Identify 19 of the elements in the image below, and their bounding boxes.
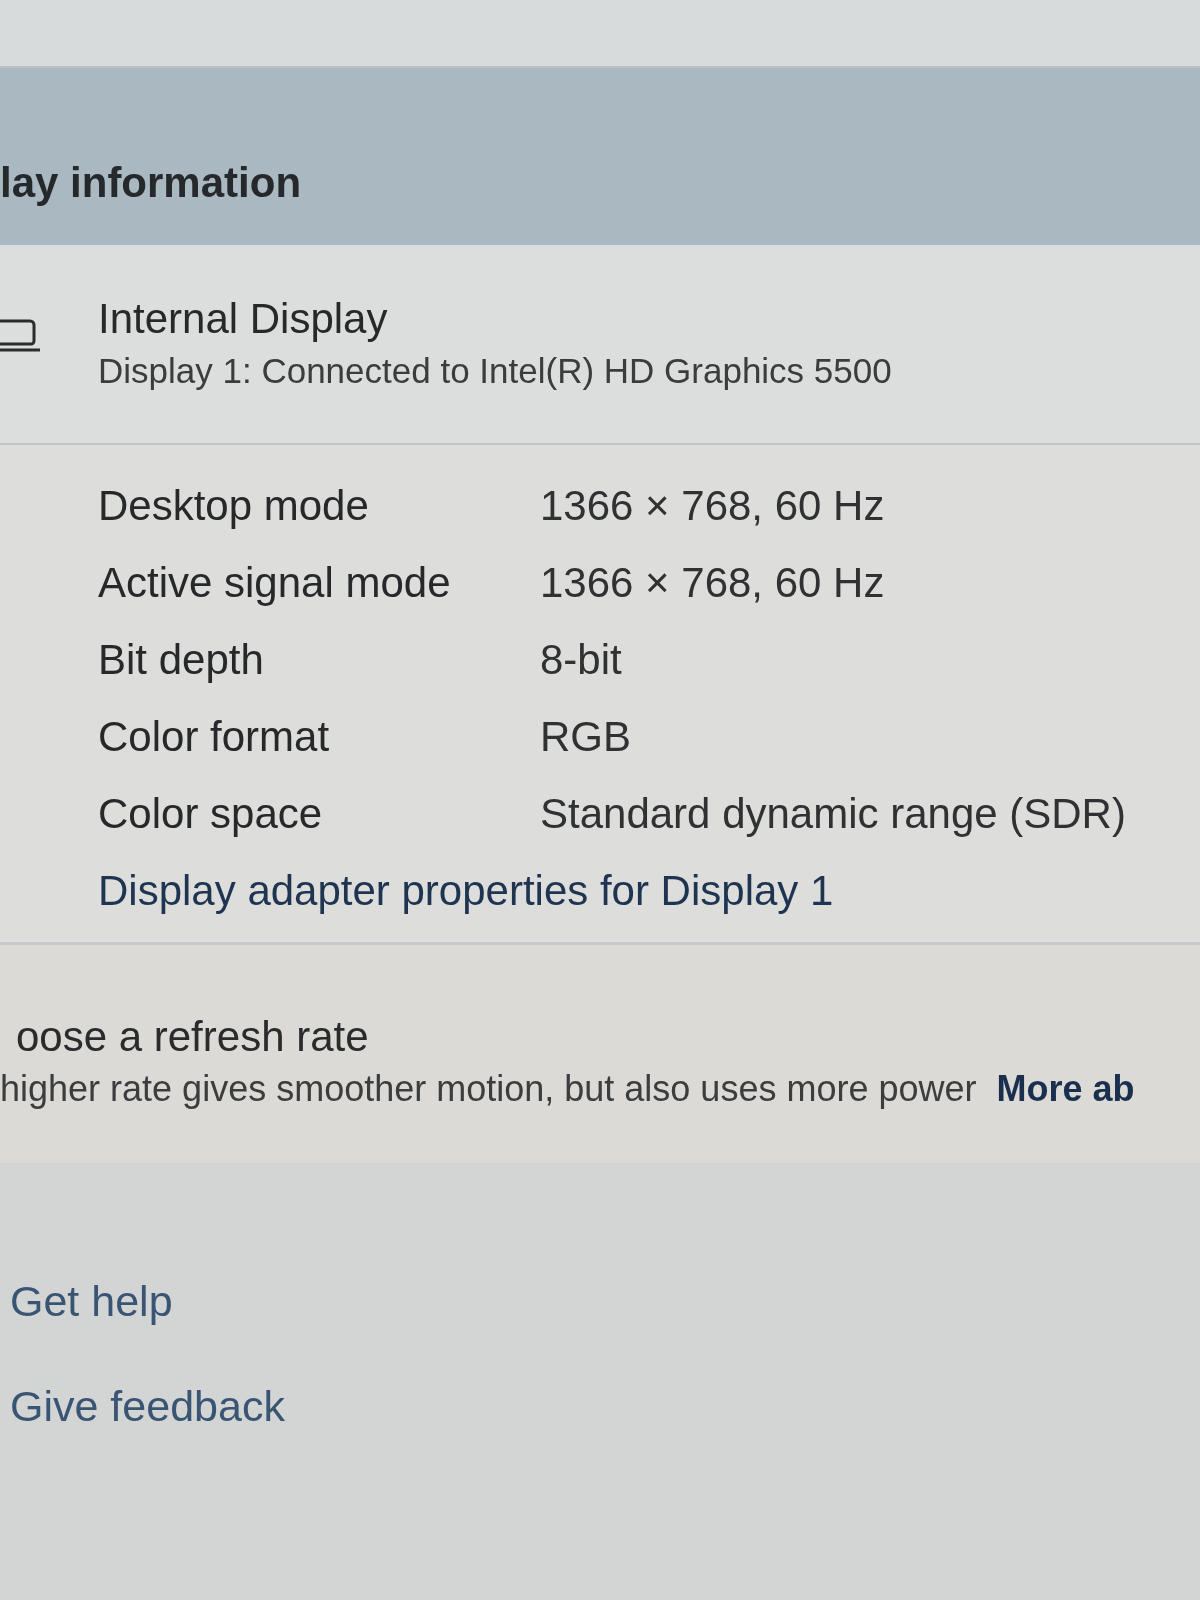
- section-title: lay information: [0, 158, 303, 208]
- help-link[interactable]: Get help: [10, 1275, 173, 1327]
- property-value: Standard dynamic range (SDR): [540, 789, 1126, 839]
- display-name: Internal Display: [98, 294, 389, 344]
- property-label: Bit depth: [98, 635, 265, 685]
- property-value: 1366 × 768, 60 Hz: [540, 558, 885, 608]
- property-value: RGB: [540, 712, 631, 762]
- refresh-rate-title: oose a refresh rate: [16, 1012, 370, 1062]
- refresh-rate-description: higher rate gives smoother motion, but also uses more power: [0, 1067, 977, 1111]
- help-link[interactable]: Give feedback: [10, 1380, 285, 1432]
- property-label: Color space: [98, 789, 324, 839]
- property-value: 8-bit: [540, 635, 622, 685]
- property-label: Active signal mode: [98, 558, 452, 608]
- more-link[interactable]: More ab: [996, 1065, 1135, 1113]
- property-label: Desktop mode: [98, 481, 370, 531]
- display-description: Display 1: Connected to Intel(R) HD Graphics 5500: [98, 350, 892, 392]
- property-value: 1366 × 768, 60 Hz: [540, 481, 885, 531]
- property-label: Color format: [98, 712, 331, 762]
- adapter-properties-link[interactable]: Display adapter properties for Display 1: [98, 852, 834, 929]
